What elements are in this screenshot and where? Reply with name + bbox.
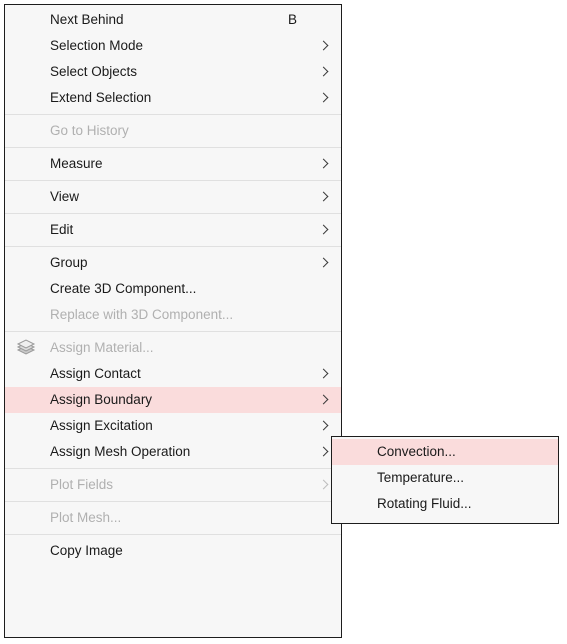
- menu-item-label: Assign Contact: [50, 366, 141, 381]
- context-menu[interactable]: Next Behind B Selection Mode Select Objects…: [4, 4, 342, 638]
- menu-item-label: Temperature...: [377, 470, 465, 485]
- menu-item-label: View: [50, 189, 80, 204]
- menu-item-extend-selection[interactable]: Extend Selection: [5, 85, 341, 111]
- menu-item-assign-material: Assign Material...: [5, 335, 341, 361]
- menu-item-assign-boundary[interactable]: Assign Boundary: [5, 387, 341, 413]
- menu-item-go-to-history: Go to History: [5, 118, 341, 144]
- menu-item-label: Convection...: [377, 444, 456, 459]
- menu-separator: [5, 468, 341, 469]
- menu-item-measure[interactable]: Measure: [5, 151, 341, 177]
- menu-item-label: Replace with 3D Component...: [50, 307, 234, 322]
- menu-item-label: Plot Fields: [50, 477, 114, 492]
- menu-item-group[interactable]: Group: [5, 250, 341, 276]
- menu-item-view[interactable]: View: [5, 184, 341, 210]
- chevron-right-icon: [319, 65, 329, 79]
- chevron-right-icon: [319, 367, 329, 381]
- menu-item-label: Assign Boundary: [50, 392, 153, 407]
- menu-item-plot-fields: Plot Fields: [5, 472, 341, 498]
- menu-separator: [5, 114, 341, 115]
- menu-separator: [5, 501, 341, 502]
- menu-item-label: Assign Mesh Operation: [50, 444, 191, 459]
- menu-item-label: Plot Mesh...: [50, 510, 122, 525]
- menu-item-next-behind[interactable]: Next Behind B: [5, 7, 341, 33]
- menu-item-label: Measure: [50, 156, 103, 171]
- menu-item-label: Extend Selection: [50, 90, 152, 105]
- chevron-right-icon: [319, 478, 329, 492]
- chevron-right-icon: [319, 256, 329, 270]
- menu-item-label: Copy Image: [50, 543, 123, 558]
- menu-item-label: Selection Mode: [50, 38, 144, 53]
- chevron-right-icon: [319, 445, 329, 459]
- menu-item-label: Edit: [50, 222, 74, 237]
- menu-item-assign-excitation[interactable]: Assign Excitation: [5, 413, 341, 439]
- menu-item-plot-mesh: Plot Mesh...: [5, 505, 341, 531]
- menu-separator: [5, 534, 341, 535]
- menu-item-label: Go to History: [50, 123, 129, 138]
- menu-item-selection-mode[interactable]: Selection Mode: [5, 33, 341, 59]
- menu-item-label: Next Behind: [50, 12, 124, 27]
- chevron-right-icon: [319, 223, 329, 237]
- menu-item-copy-image[interactable]: Copy Image: [5, 538, 341, 564]
- menu-item-create-3d-component[interactable]: Create 3D Component...: [5, 276, 341, 302]
- menu-item-replace-with-3d-component: Replace with 3D Component...: [5, 302, 341, 328]
- chevron-right-icon: [319, 190, 329, 204]
- chevron-right-icon: [319, 39, 329, 53]
- chevron-right-icon: [319, 419, 329, 433]
- menu-item-label: Select Objects: [50, 64, 138, 79]
- menu-item-assign-mesh-operation[interactable]: Assign Mesh Operation: [5, 439, 341, 465]
- submenu-item-convection[interactable]: Convection...: [332, 439, 558, 465]
- chevron-right-icon: [319, 393, 329, 407]
- menu-separator: [5, 331, 341, 332]
- menu-item-label: Group: [50, 255, 88, 270]
- menu-item-shortcut: B: [287, 12, 297, 27]
- menu-separator: [5, 213, 341, 214]
- menu-item-label: Assign Excitation: [50, 418, 153, 433]
- menu-separator: [5, 246, 341, 247]
- menu-separator: [5, 147, 341, 148]
- submenu-item-temperature[interactable]: Temperature...: [332, 465, 558, 491]
- menu-item-label: Assign Material...: [50, 340, 154, 355]
- chevron-right-icon: [319, 91, 329, 105]
- submenu-item-rotating-fluid[interactable]: Rotating Fluid...: [332, 491, 558, 517]
- menu-item-label: Create 3D Component...: [50, 281, 197, 296]
- menu-item-select-objects[interactable]: Select Objects: [5, 59, 341, 85]
- menu-item-edit[interactable]: Edit: [5, 217, 341, 243]
- menu-item-label: Rotating Fluid...: [377, 496, 472, 511]
- menu-item-assign-contact[interactable]: Assign Contact: [5, 361, 341, 387]
- chevron-right-icon: [319, 157, 329, 171]
- menu-separator: [5, 180, 341, 181]
- submenu-assign-boundary[interactable]: Convection... Temperature... Rotating Flui…: [331, 436, 559, 524]
- material-stack-icon: [15, 339, 37, 357]
